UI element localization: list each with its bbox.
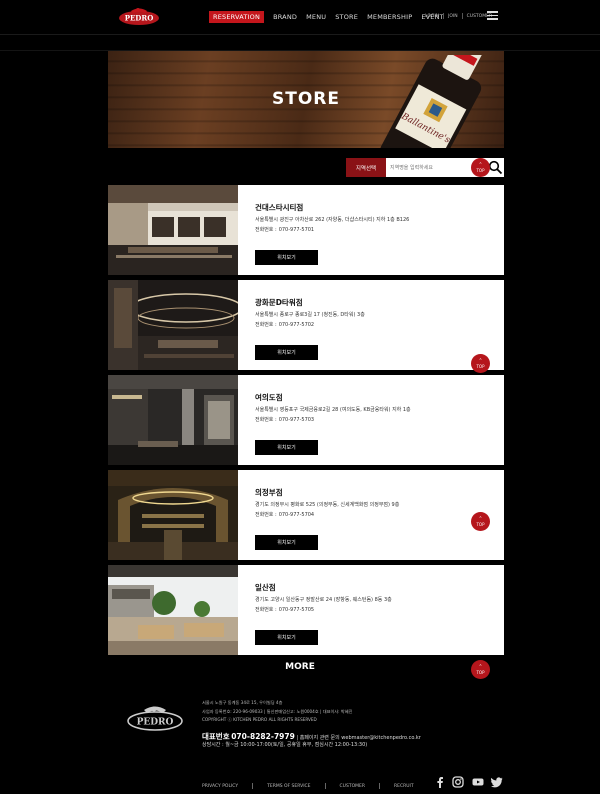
store-photo — [108, 280, 238, 370]
view-location-button[interactable]: 위치보기 — [255, 250, 318, 265]
store-address: 서울특별시 종로구 종로3길 17 (청진동, D타워) 3층 — [255, 312, 365, 318]
footer-company-info: 사업자 등록번호: 220-96-09033 | 통신판매업신고: 노원0004… — [202, 709, 353, 714]
instagram-icon[interactable] — [452, 776, 464, 788]
store-photo — [108, 565, 238, 655]
store-phone: 전화번호 :070-977-5703 — [255, 417, 315, 423]
page-title: STORE — [272, 89, 340, 109]
store-address: 서울특별시 광진구 아차산로 262 (자양동, 더샵스타시티) 지하 1층 B… — [255, 217, 410, 223]
top-button[interactable]: ⌃ TOP — [471, 354, 490, 373]
main-nav: RESERVATION BRAND MENU STORE MEMBERSHIP … — [209, 11, 453, 23]
customer-link[interactable]: CUSTOMER — [340, 784, 365, 789]
footer-links: PRIVACY POLICY TERMS OF SERVICE CUSTOMER… — [202, 783, 414, 789]
login-link[interactable]: LOGIN — [425, 14, 439, 19]
store-card: 일산점 경기도 고양시 일산동구 정발산로 24 (장항동, 웨스턴돔) 8동 … — [108, 565, 504, 655]
divider — [443, 13, 445, 19]
store-name: 일산점 — [255, 583, 276, 592]
facebook-icon[interactable] — [434, 776, 446, 788]
store-address: 서울특별시 영등포구 국제금융로2길 28 (여의도동, KB금융타워) 지하 … — [255, 407, 411, 413]
hamburger-icon[interactable] — [487, 11, 498, 20]
privacy-policy-link[interactable]: PRIVACY POLICY — [202, 784, 238, 789]
pedro-logo[interactable]: PEDRO — [117, 5, 161, 27]
utility-links: LOGIN JOIN CUSTOMER — [425, 13, 492, 19]
divider — [461, 13, 463, 19]
store-photo — [108, 185, 238, 275]
top-button[interactable]: ⌃ TOP — [471, 158, 490, 177]
site-header: PEDRO RESERVATION BRAND MENU STORE MEMBE… — [0, 0, 600, 34]
footer-address: 서울시 노원구 동계동 34로 15, 우이빌딩 4층 — [202, 700, 283, 705]
view-location-button[interactable]: 위치보기 — [255, 630, 318, 645]
top-button[interactable]: ⌃ TOP — [471, 660, 490, 679]
store-address: 경기도 의정부시 평화로 525 (의정부동, 신세계백화점 의정부점) 9층 — [255, 502, 400, 508]
nav-membership[interactable]: MEMBERSHIP — [367, 11, 412, 23]
footer-hours: 상담시간 : 월~금 10:00-17:00(토/일, 공휴일 휴무, 점심시간… — [202, 742, 368, 748]
nav-menu[interactable]: MENU — [306, 11, 326, 23]
divider — [252, 783, 254, 789]
store-card: 건대스타시티점 서울특별시 광진구 아차산로 262 (자양동, 더샵스타시티)… — [108, 185, 504, 275]
svg-text:PEDRO: PEDRO — [125, 14, 154, 23]
divider — [324, 783, 326, 789]
twitter-icon[interactable] — [491, 776, 503, 788]
nav-reservation[interactable]: RESERVATION — [209, 11, 265, 23]
view-location-button[interactable]: 위치보기 — [255, 440, 318, 455]
top-button[interactable]: ⌃ TOP — [471, 512, 490, 531]
store-phone: 전화번호 :070-977-5705 — [255, 607, 315, 613]
view-location-button[interactable]: 위치보기 — [255, 535, 318, 550]
store-phone: 전화번호 :070-977-5704 — [255, 512, 315, 518]
youtube-icon[interactable] — [472, 776, 484, 788]
terms-link[interactable]: TERMS OF SERVICE — [267, 784, 310, 789]
nav-store[interactable]: STORE — [335, 11, 358, 23]
store-phone: 전화번호 :070-977-5701 — [255, 227, 315, 233]
store-name: 광화문D타워점 — [255, 298, 303, 307]
store-name: 여의도점 — [255, 393, 283, 402]
divider — [0, 34, 600, 35]
recruit-link[interactable]: RECRUIT — [394, 784, 414, 789]
join-link[interactable]: JOIN — [448, 14, 458, 19]
view-location-button[interactable]: 위치보기 — [255, 345, 318, 360]
region-select-button[interactable]: 지역선택 — [346, 158, 386, 177]
nav-brand[interactable]: BRAND — [273, 11, 297, 23]
store-card: 광화문D타워점 서울특별시 종로구 종로3길 17 (청진동, D타워) 3층 … — [108, 280, 504, 370]
store-photo — [108, 470, 238, 560]
store-card: 여의도점 서울특별시 영등포구 국제금융로2길 28 (여의도동, KB금융타워… — [108, 375, 504, 465]
more-button[interactable]: MORE — [0, 662, 600, 672]
divider — [378, 783, 380, 789]
search-icon[interactable] — [488, 160, 503, 175]
footer-copyright: COPYRIGHT ⓒ KITCHEN PEDRO ALL RIGHTS RES… — [202, 717, 317, 722]
svg-text:PEDRO: PEDRO — [137, 718, 174, 728]
store-name: 의정부점 — [255, 488, 283, 497]
store-photo — [108, 375, 238, 465]
footer-logo: PEDRO — [127, 706, 183, 731]
store-card: 의정부점 경기도 의정부시 평화로 525 (의정부동, 신세계백화점 의정부점… — [108, 470, 504, 560]
store-phone: 전화번호 :070-977-5702 — [255, 322, 315, 328]
store-name: 건대스타시티점 — [255, 203, 304, 212]
store-hero-banner: Ballantine's STORE — [108, 51, 504, 148]
store-address: 경기도 고양시 일산동구 정발산로 24 (장항동, 웨스턴돔) 8동 3층 — [255, 597, 392, 603]
